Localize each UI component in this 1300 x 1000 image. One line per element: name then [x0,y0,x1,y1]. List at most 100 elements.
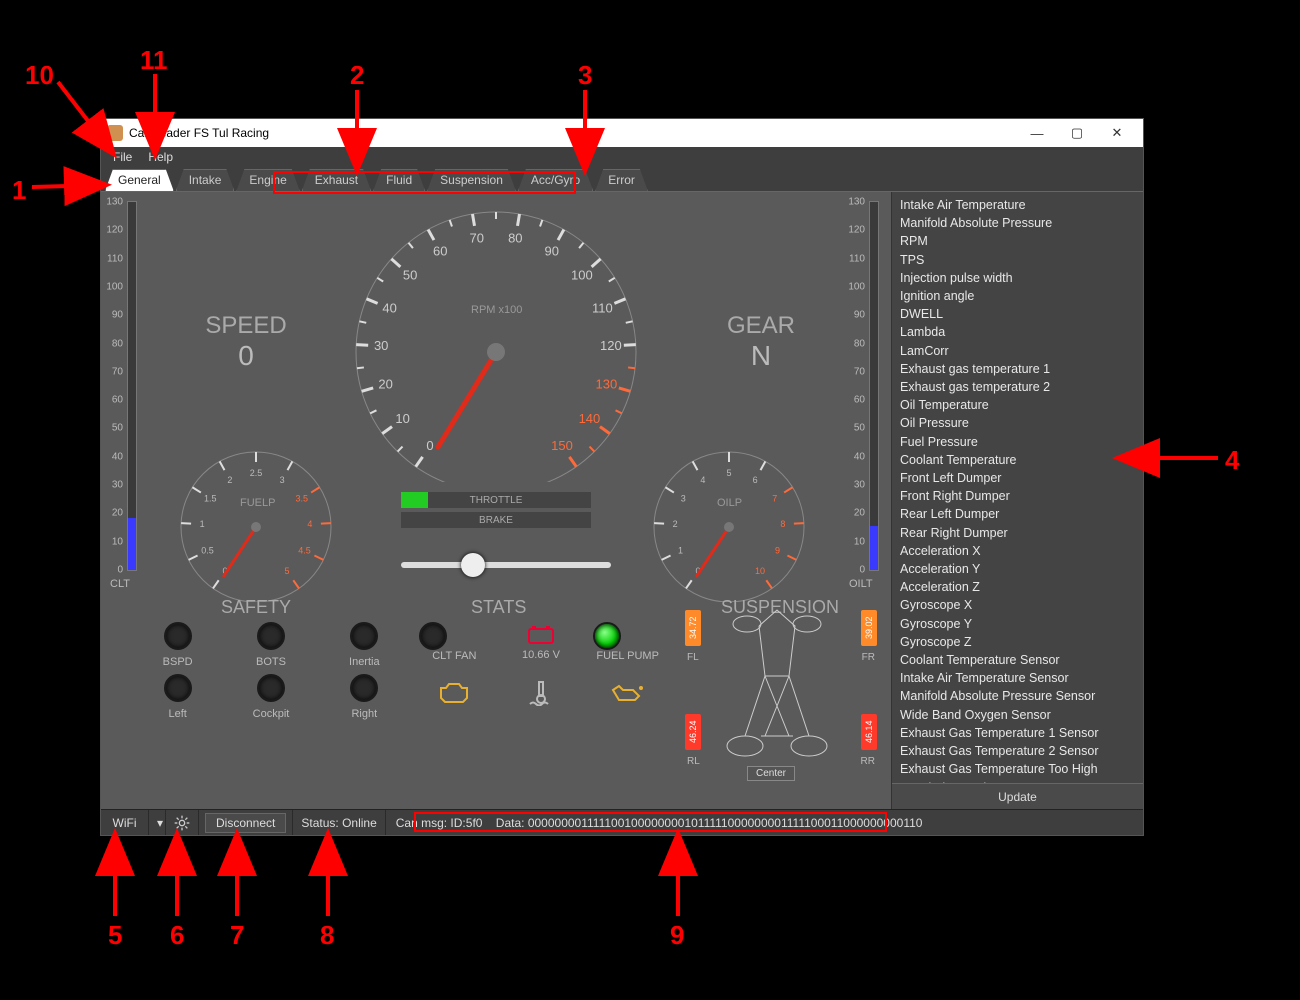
sensor-item[interactable]: Exhaust Gas Temperature 1 Sensor [900,724,1135,742]
sensor-item[interactable]: Gyroscope Z [900,633,1135,651]
safety-cockpit: Cockpit [236,674,306,720]
settings-gear-button[interactable] [166,810,199,835]
sensor-item[interactable]: Front Left Dumper [900,469,1135,487]
can-id: Can msg: ID:5f0 [396,816,483,830]
sensor-item[interactable]: RPM [900,232,1135,250]
conn-mode-dropdown-icon[interactable]: ▾ [149,810,166,835]
annotation-3: 3 [578,60,592,91]
tab-bar: GeneralIntakeEngineExhaustFluidSuspensio… [101,167,1143,191]
sensor-item[interactable]: Front Right Dumper [900,487,1135,505]
susp-center-button[interactable]: Center [747,766,795,781]
susp-rr-value: 46.14 [861,714,877,750]
minimize-button[interactable]: — [1017,119,1057,147]
susp-fr-value: 39.02 [861,610,877,646]
safety-led-bspd [164,622,192,650]
safety-label-inertia: Inertia [329,656,399,668]
sensor-item[interactable]: Exhaust Gas Temperature 2 Sensor [900,742,1135,760]
sensor-item[interactable]: Ignition angle [900,287,1135,305]
svg-text:80: 80 [508,231,522,246]
throttle-bar: THROTTLE [401,492,591,508]
sensor-list[interactable]: Intake Air TemperatureManifold Absolute … [892,192,1143,783]
tab-engine[interactable]: Engine [236,169,299,191]
update-button[interactable]: Update [892,783,1143,809]
dashboard-panel: 1301201101009080706050403020100 CLT 1301… [101,192,891,809]
sensor-item[interactable]: Oil Temperature [900,396,1135,414]
svg-text:2: 2 [227,475,232,485]
tab-error[interactable]: Error [595,169,648,191]
menu-file[interactable]: File [105,148,140,166]
tab-acc-gyro[interactable]: Acc/Gyro [518,169,593,191]
sensor-item[interactable]: Rear Right Dumper [900,524,1135,542]
svg-text:3: 3 [681,493,686,503]
sensor-item[interactable]: Intake Air Temperature Sensor [900,669,1135,687]
sensor-item[interactable]: Exhaust Gas Temperature Too High [900,760,1135,778]
sensor-item[interactable]: Gyroscope X [900,596,1135,614]
slider[interactable] [401,562,611,568]
svg-text:7: 7 [772,493,777,503]
voltage-label: 10.66 V [506,649,576,661]
safety-bspd: BSPD [143,622,213,668]
svg-text:10: 10 [755,566,765,576]
svg-text:70: 70 [469,231,483,246]
sensor-item[interactable]: Acceleration Z [900,578,1135,596]
tab-suspension[interactable]: Suspension [427,169,516,191]
menubar: File Help [101,147,1143,167]
tab-general[interactable]: General [105,169,174,191]
safety-label-cockpit: Cockpit [236,708,306,720]
brake-bar: BRAKE [401,512,591,528]
sensor-item[interactable]: Injection pulse width [900,269,1135,287]
fuelpump-label: FUEL PUMP [593,650,663,662]
svg-text:50: 50 [403,268,417,283]
sensor-item[interactable]: Intake Air Temperature [900,196,1135,214]
sensor-item[interactable]: Oil Pressure [900,414,1135,432]
can-data-label: Data: [496,816,525,830]
svg-text:3: 3 [280,475,285,485]
suspension-panel: 34.72 39.02 46.24 46.14 FL FR RL RR [681,604,881,784]
sensor-item[interactable]: Exhaust gas temperature 1 [900,360,1135,378]
close-button[interactable]: ✕ [1097,119,1137,147]
svg-text:5: 5 [284,566,289,576]
svg-text:6: 6 [753,475,758,485]
rpm-label: RPM x100 [471,304,522,316]
sensor-item[interactable]: Manifold Absolute Pressure [900,214,1135,232]
safety-led-right [350,674,378,702]
svg-text:1.5: 1.5 [204,493,217,503]
tab-fluid[interactable]: Fluid [373,169,425,191]
check-engine-icon [437,680,471,706]
sensor-item[interactable]: Coolant Temperature [900,451,1135,469]
conn-mode-select[interactable]: WiFi [101,810,149,835]
svg-text:2.5: 2.5 [250,468,263,478]
menu-help[interactable]: Help [140,148,181,166]
svg-text:140: 140 [579,411,601,426]
oil-icon [611,682,645,704]
sensor-item[interactable]: Acceleration X [900,542,1135,560]
gear-block: GEAR N [701,312,821,372]
svg-text:10: 10 [395,411,409,426]
sensor-item[interactable]: Gyroscope Y [900,615,1135,633]
sensor-item[interactable]: Coolant Temperature Sensor [900,651,1135,669]
tab-exhaust[interactable]: Exhaust [302,169,371,191]
susp-fl-label: FL [687,652,699,663]
sensor-item[interactable]: Fuel Pressure [900,433,1135,451]
sensor-item[interactable]: Lambda [900,323,1135,341]
speed-value: 0 [186,340,306,372]
sensor-item[interactable]: Acceleration Y [900,560,1135,578]
annotation-6: 6 [170,920,184,951]
disconnect-button[interactable]: Disconnect [205,813,286,833]
annotation-10: 10 [25,60,54,91]
maximize-button[interactable]: ▢ [1057,119,1097,147]
clt-gauge: 1301201101009080706050403020100 CLT [105,196,145,576]
tab-intake[interactable]: Intake [176,169,235,191]
sensor-item[interactable]: Rear Left Dumper [900,505,1135,523]
sensor-item[interactable]: LamCorr [900,342,1135,360]
susp-rl-value: 46.24 [685,714,701,750]
svg-text:30: 30 [374,338,388,353]
sensor-item[interactable]: TPS [900,251,1135,269]
slider-knob[interactable] [461,553,485,577]
svg-text:1: 1 [200,519,205,529]
sensor-item[interactable]: DWELL [900,305,1135,323]
susp-rl-label: RL [687,756,700,767]
sensor-item[interactable]: Exhaust gas temperature 2 [900,378,1135,396]
sensor-item[interactable]: Manifold Absolute Pressure Sensor [900,687,1135,705]
sensor-item[interactable]: Wide Band Oxygen Sensor [900,706,1135,724]
